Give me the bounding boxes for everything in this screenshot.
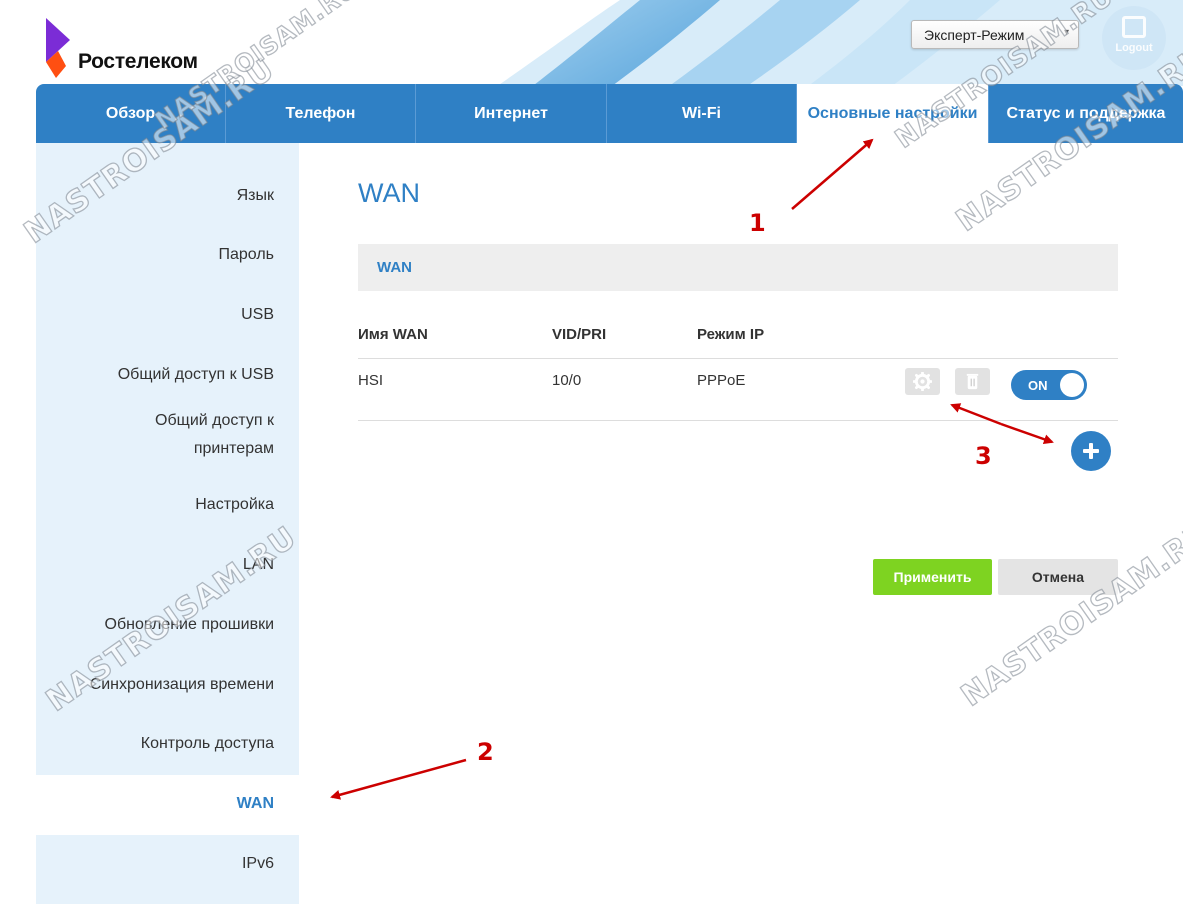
- sidebar-item-ipv6[interactable]: IPv6: [36, 849, 299, 879]
- annotation-number-3: 3: [975, 442, 992, 470]
- tab-internet[interactable]: Интернет: [416, 84, 607, 143]
- table-divider: [358, 420, 1118, 421]
- table-divider: [358, 358, 1118, 359]
- wan-name-cell: HSI: [358, 372, 384, 389]
- tab-status-support[interactable]: Статус и поддержка: [989, 84, 1183, 143]
- sidebar-item-setup[interactable]: Настройка: [36, 490, 299, 520]
- toggle-label: ON: [1028, 378, 1048, 393]
- chevron-down-icon: ▾: [1063, 27, 1069, 38]
- logout-icon: [1122, 16, 1146, 38]
- column-header-vid-pri: VID/PRI: [552, 326, 607, 343]
- sidebar-item-wan[interactable]: WAN: [36, 775, 299, 835]
- logo-mark-icon: [46, 18, 70, 78]
- trash-icon: [966, 373, 979, 390]
- apply-button[interactable]: Применить: [873, 559, 992, 595]
- mode-select-value: Эксперт-Режим: [924, 27, 1025, 43]
- plus-icon: [1083, 443, 1099, 459]
- sidebar-item-usb-sharing[interactable]: Общий доступ к USB: [36, 360, 299, 390]
- toggle-knob: [1060, 373, 1084, 397]
- annotation-number-1: 1: [749, 209, 766, 237]
- vid-pri-cell: 10/0: [552, 372, 582, 389]
- main-nav: Обзор Телефон Интернет Wi-Fi Основные на…: [36, 84, 1183, 143]
- annotation-arrow-3b: [1000, 422, 1054, 445]
- column-header-ip-mode: Режим IP: [697, 326, 765, 343]
- logout-button[interactable]: Logout: [1102, 6, 1166, 70]
- edit-wan-button[interactable]: [905, 368, 940, 395]
- sidebar-item-language[interactable]: Язык: [36, 181, 299, 211]
- delete-wan-button[interactable]: [955, 368, 990, 395]
- logout-label: Logout: [1115, 42, 1153, 54]
- sidebar-item-usb[interactable]: USB: [36, 300, 299, 330]
- rostelecom-logo: Ростелеком: [44, 18, 224, 80]
- add-wan-button[interactable]: [1071, 431, 1111, 471]
- cancel-button[interactable]: Отмена: [998, 559, 1118, 595]
- sidebar-item-time-sync[interactable]: Синхронизация времени: [36, 670, 299, 700]
- annotation-arrow-1: [791, 138, 874, 210]
- header: Ростелеком Эксперт-Режим ▾ Logout: [0, 0, 1183, 86]
- sidebar-item-firmware-update[interactable]: Обновление прошивки: [36, 610, 299, 640]
- sidebar-item-printer-sharing[interactable]: Общий доступ к принтерам: [36, 407, 299, 463]
- sidebar-item-lan[interactable]: LAN: [36, 550, 299, 580]
- sidebar-item-access-control[interactable]: Контроль доступа: [36, 729, 299, 759]
- section-header: WAN: [358, 244, 1118, 291]
- section-label: WAN: [377, 259, 412, 276]
- logo-text: Ростелеком: [78, 50, 198, 73]
- sidebar: Язык Пароль USB Общий доступ к USB Общий…: [36, 143, 299, 904]
- mode-select[interactable]: Эксперт-Режим ▾: [911, 20, 1079, 49]
- sidebar-item-password[interactable]: Пароль: [36, 240, 299, 270]
- ip-mode-cell: PPPoE: [697, 372, 746, 389]
- gear-icon: [913, 372, 932, 391]
- annotation-arrow-3a: [950, 403, 1002, 426]
- annotation-arrow-2: [330, 758, 467, 800]
- annotation-number-2: 2: [477, 738, 494, 766]
- tab-wifi[interactable]: Wi-Fi: [607, 84, 797, 143]
- page-title: WAN: [358, 178, 420, 208]
- column-header-wan-name: Имя WAN: [358, 326, 428, 343]
- tab-basic-settings[interactable]: Основные настройки: [797, 84, 989, 143]
- wan-enable-toggle[interactable]: ON: [1011, 370, 1087, 400]
- watermark: NASTROISAM.RU: [954, 514, 1183, 714]
- tab-phone[interactable]: Телефон: [226, 84, 416, 143]
- tab-overview[interactable]: Обзор: [36, 84, 226, 143]
